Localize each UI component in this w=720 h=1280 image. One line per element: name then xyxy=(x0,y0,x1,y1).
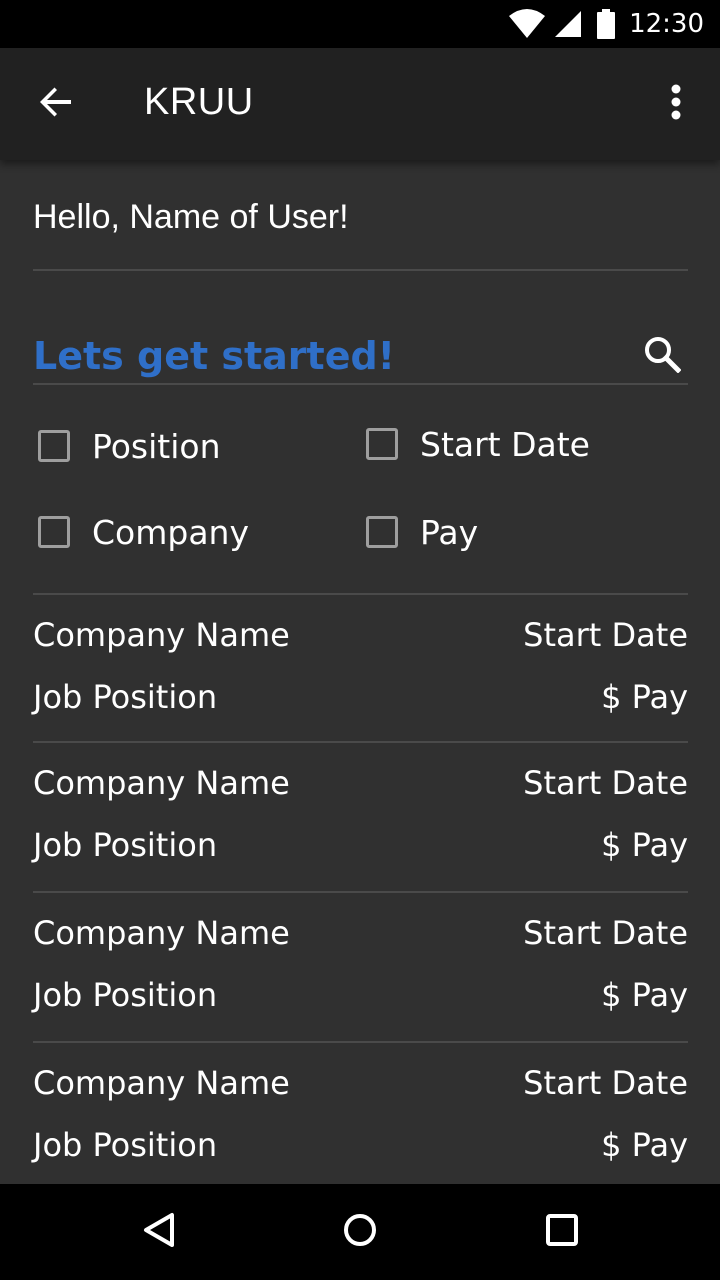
nav-back-button[interactable] xyxy=(136,1208,184,1256)
start-date: Start Date xyxy=(523,914,688,952)
job-position: Job Position xyxy=(33,826,218,864)
search-button[interactable] xyxy=(640,334,684,378)
pay: $ Pay xyxy=(601,1126,688,1164)
pay-checkbox[interactable] xyxy=(366,516,398,548)
company-checkbox[interactable] xyxy=(38,516,70,548)
back-button[interactable] xyxy=(24,72,88,136)
navigation-bar xyxy=(0,1184,720,1280)
filter-position[interactable]: Position xyxy=(38,422,221,470)
home-circle-icon xyxy=(342,1212,378,1252)
greeting-text: Hello, Name of User! xyxy=(33,198,349,236)
wifi-icon xyxy=(507,8,547,40)
main-content: Hello, Name of User! Position Start Date xyxy=(0,160,720,1184)
nav-recents-button[interactable] xyxy=(538,1208,586,1256)
search-underline xyxy=(33,383,688,385)
app-bar: KRUU xyxy=(0,48,720,160)
app-title: KRUU xyxy=(144,81,254,123)
battery-icon xyxy=(597,9,616,39)
overflow-menu-button[interactable] xyxy=(652,76,700,132)
filter-label: Position xyxy=(92,426,221,466)
filter-label: Company xyxy=(92,512,249,552)
company-name: Company Name xyxy=(33,764,290,802)
start-date: Start Date xyxy=(523,616,688,654)
filter-company[interactable]: Company xyxy=(38,508,249,556)
search-row xyxy=(33,328,688,384)
status-icons: 12:30 xyxy=(507,0,704,48)
status-bar: 12:30 xyxy=(0,0,720,48)
job-position: Job Position xyxy=(33,1126,218,1164)
list-item[interactable]: Company Name Start Date Job Position $ P… xyxy=(33,742,688,890)
pay: $ Pay xyxy=(601,976,688,1014)
position-checkbox[interactable] xyxy=(38,430,70,462)
filter-pay[interactable]: Pay xyxy=(366,508,478,556)
cellular-signal-icon xyxy=(553,9,583,39)
more-vert-icon xyxy=(670,84,682,124)
screen: 12:30 KRUU Hello, Name of User! Lets get… xyxy=(0,0,720,1280)
back-triangle-icon xyxy=(142,1212,178,1252)
list-item[interactable]: Company Name Start Date Job Position $ P… xyxy=(33,892,688,1040)
filter-label: Pay xyxy=(420,512,479,552)
pay: $ Pay xyxy=(601,678,688,716)
start-date: Start Date xyxy=(523,1064,688,1102)
list-item[interactable]: Company Name Start Date Job Position $ P… xyxy=(33,594,688,742)
nav-home-button[interactable] xyxy=(336,1208,384,1256)
search-input[interactable] xyxy=(33,328,633,384)
company-name: Company Name xyxy=(33,1064,290,1102)
arrow-back-icon xyxy=(38,84,74,124)
company-name: Company Name xyxy=(33,914,290,952)
company-name: Company Name xyxy=(33,616,290,654)
search-icon xyxy=(643,335,682,377)
status-time: 12:30 xyxy=(629,9,704,39)
pay: $ Pay xyxy=(601,826,688,864)
list-item[interactable]: Company Name Start Date Job Position $ P… xyxy=(33,1042,688,1184)
divider xyxy=(33,269,688,271)
recents-square-icon xyxy=(544,1212,580,1252)
job-position: Job Position xyxy=(33,678,218,716)
job-position: Job Position xyxy=(33,976,218,1014)
start-date: Start Date xyxy=(523,764,688,802)
start-date-checkbox[interactable] xyxy=(366,428,398,460)
filter-start-date[interactable]: Start Date xyxy=(366,420,590,468)
filter-label: Start Date xyxy=(420,424,590,464)
